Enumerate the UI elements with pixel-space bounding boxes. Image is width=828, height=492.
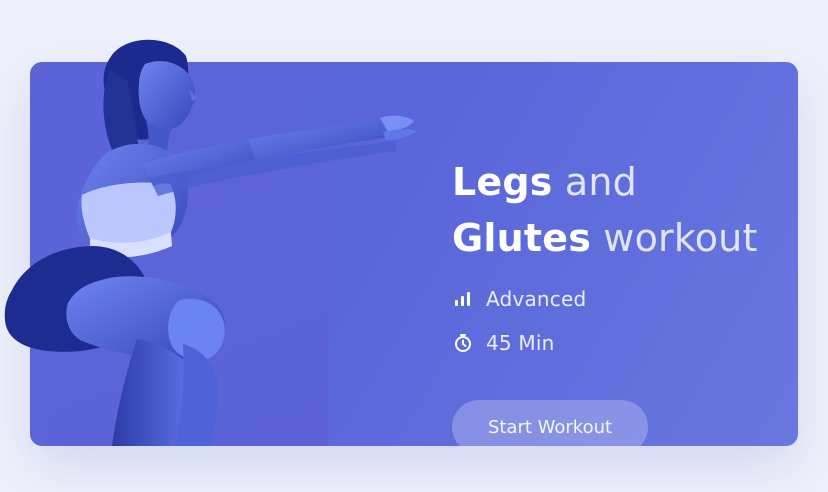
- difficulty-label: Advanced: [486, 287, 587, 311]
- title-word-and: and: [552, 160, 637, 204]
- difficulty-row: Advanced: [452, 284, 798, 314]
- duration-row: 45 Min: [452, 328, 798, 358]
- start-workout-button[interactable]: Start Workout: [452, 400, 648, 446]
- card-arc-shape: [48, 160, 328, 446]
- workout-title: Legs and Glutes workout: [452, 154, 798, 266]
- workout-meta: Advanced 45 Min: [452, 284, 798, 358]
- title-word-workout: workout: [591, 216, 758, 260]
- title-word-glutes: Glutes: [452, 216, 592, 260]
- timer-icon: [452, 332, 474, 354]
- duration-label: 45 Min: [486, 331, 555, 355]
- bar-chart-icon: [452, 288, 474, 310]
- title-word-legs: Legs: [452, 160, 553, 204]
- workout-card: Legs and Glutes workout Advanced 45 Min …: [30, 62, 798, 446]
- workout-content: Legs and Glutes workout Advanced 45 Min …: [452, 154, 798, 446]
